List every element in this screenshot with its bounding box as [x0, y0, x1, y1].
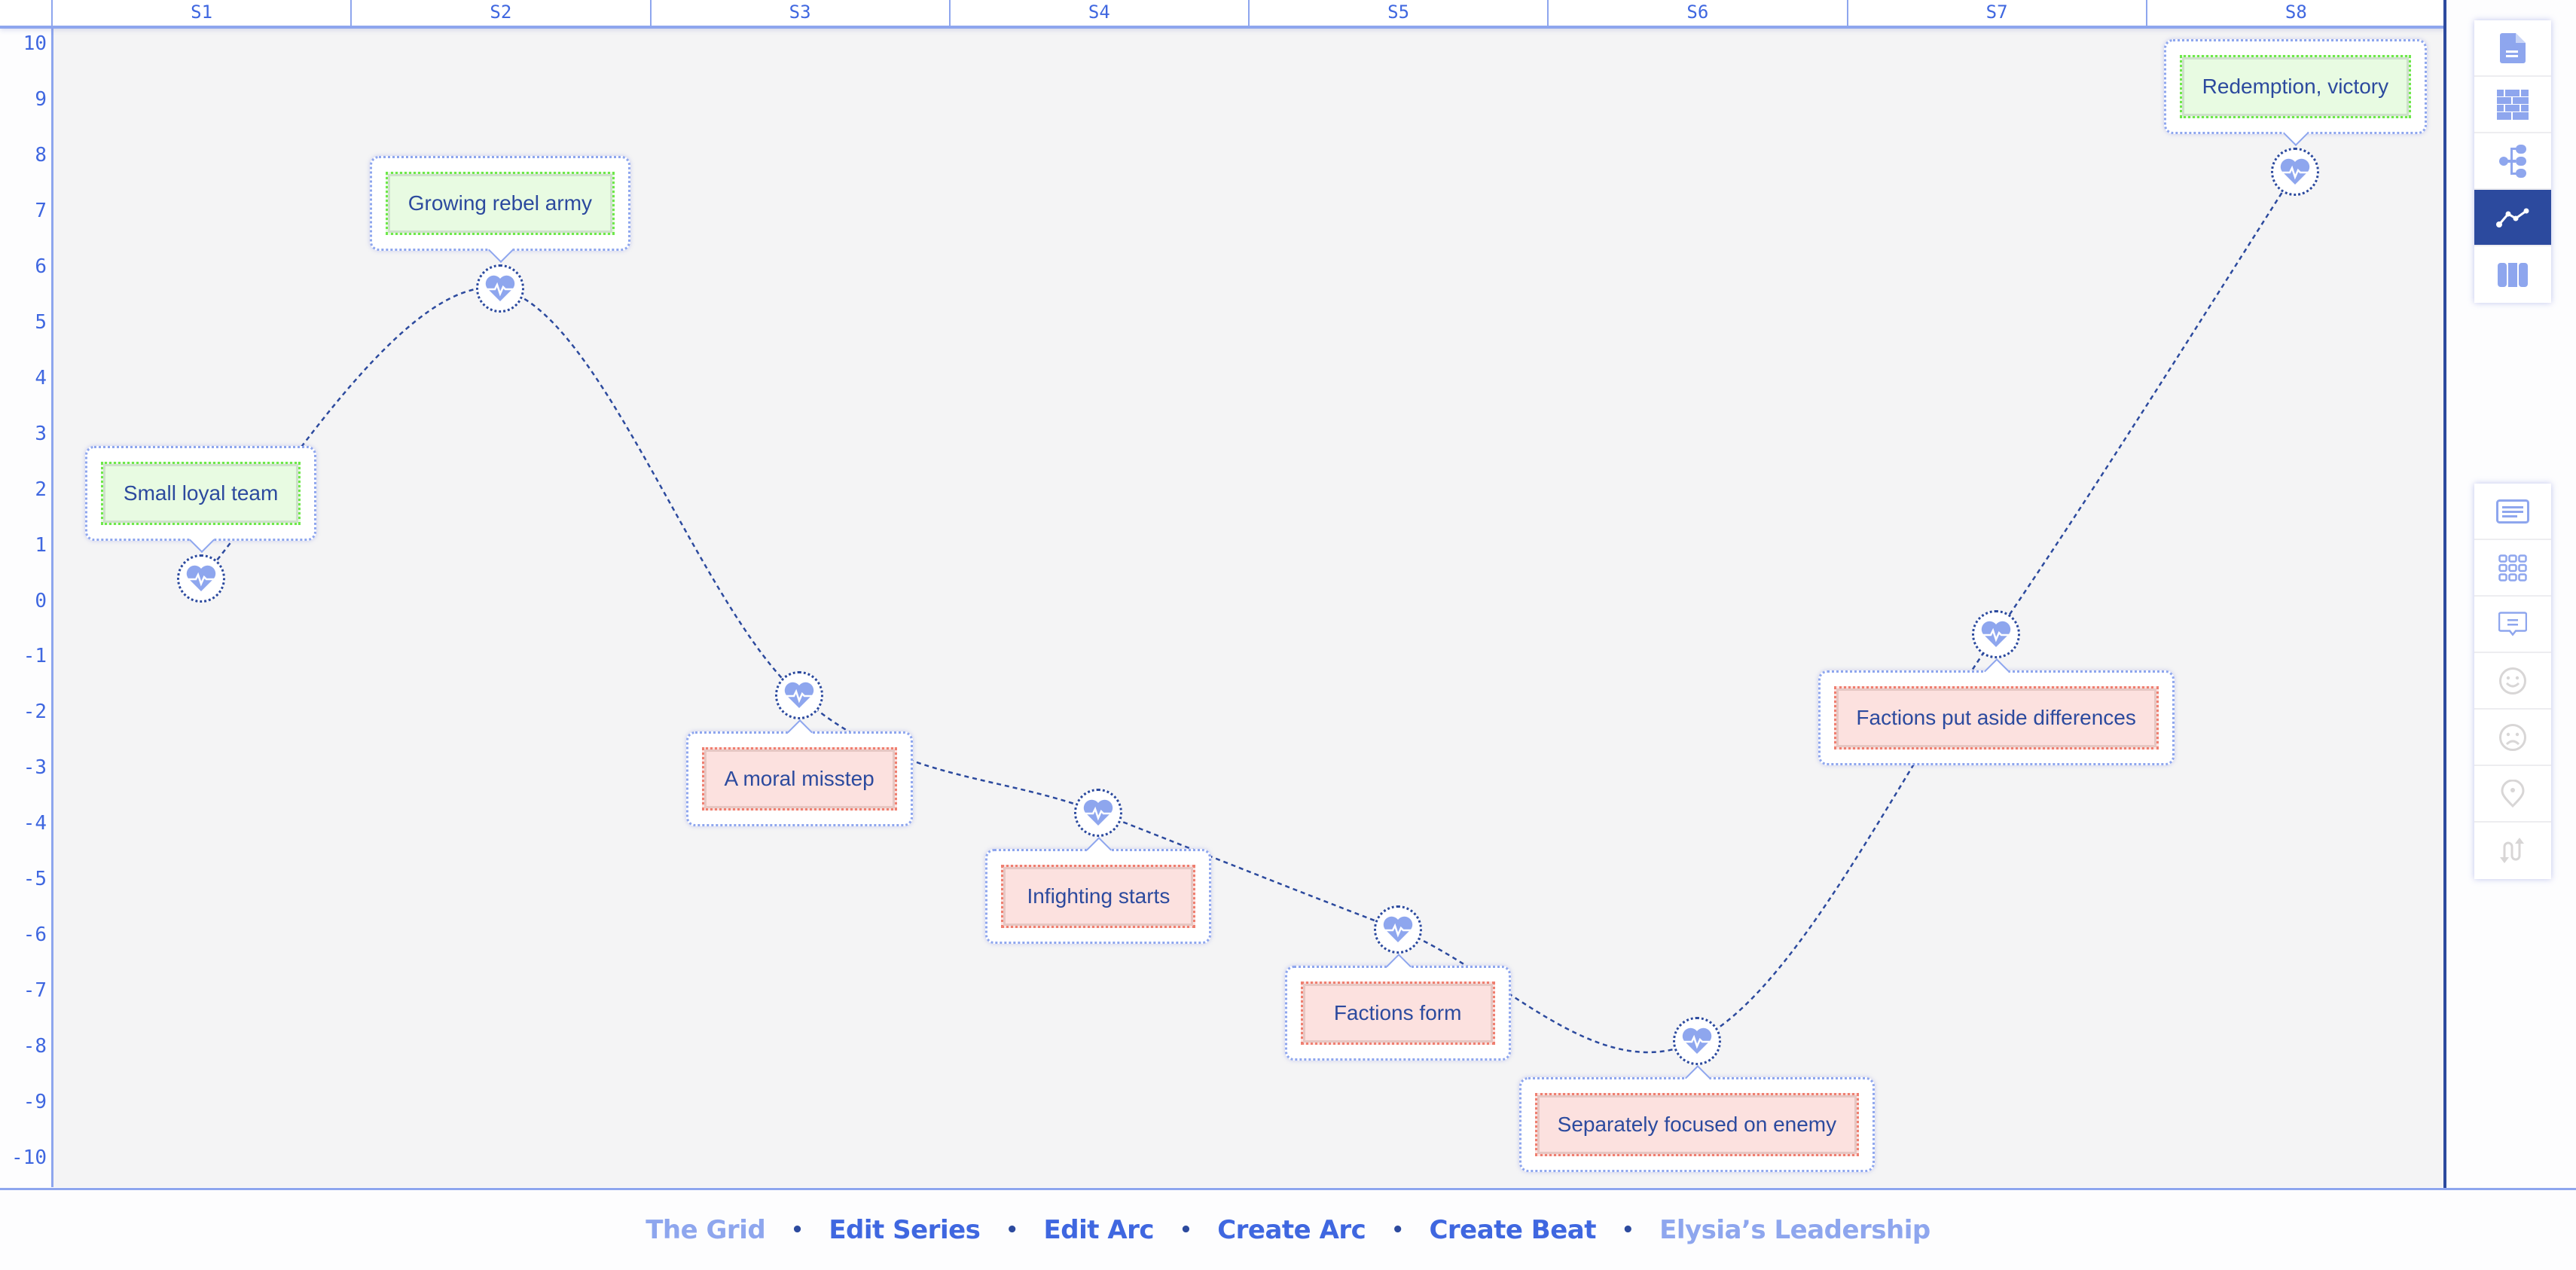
beat-label: Redemption, victory	[2179, 55, 2411, 119]
beat-label: Factions put aside differences	[1833, 685, 2159, 749]
breadcrumb-separator: •	[1006, 1219, 1018, 1241]
comment-button[interactable]	[2474, 597, 2551, 653]
heartbeat-icon	[485, 276, 515, 302]
arc-curve-layer	[200, 171, 2297, 1054]
breadcrumb-separator: •	[1621, 1219, 1634, 1241]
columns-icon	[2498, 262, 2528, 287]
beat-point-s7[interactable]	[1972, 609, 2021, 658]
heartbeat-icon	[1084, 799, 1113, 826]
beat-card[interactable]: Redemption, victory	[2163, 39, 2427, 147]
breadcrumb-edit-series[interactable]: Edit Series	[829, 1215, 981, 1245]
text-block-icon	[2496, 499, 2529, 524]
location-pin-icon	[2501, 779, 2525, 807]
comment-icon	[2498, 611, 2527, 637]
plot-right-border	[2443, 0, 2446, 1189]
beat-label: Growing rebel army	[385, 172, 615, 236]
beat-point-s8[interactable]	[2271, 148, 2320, 197]
breadcrumb-the-grid[interactable]: The Grid	[646, 1215, 765, 1245]
breadcrumb-separator: •	[1391, 1219, 1404, 1241]
frown-button[interactable]	[2474, 710, 2551, 766]
beat-card[interactable]: Growing rebel army	[369, 156, 630, 264]
heartbeat-icon	[186, 565, 215, 591]
breadcrumb-footer: The Grid • Edit Series • Edit Arc • Create Arc…	[0, 1190, 2576, 1270]
heartbeat-icon	[784, 682, 814, 709]
heartbeat-icon	[1981, 621, 2011, 647]
beat-label: Small loyal team	[101, 461, 301, 525]
view-toolbar	[2474, 20, 2551, 303]
grid-icon	[2498, 554, 2527, 582]
beat-card[interactable]: Separately focused on enemy	[1518, 1064, 1875, 1172]
swap-arrows-icon	[2500, 837, 2524, 863]
beat-label: Infighting starts	[1001, 864, 1196, 928]
brick-wall-icon	[2497, 89, 2529, 120]
beat-card[interactable]: Factions form	[1284, 953, 1511, 1061]
heartbeat-icon	[1383, 916, 1412, 942]
document-icon	[2500, 32, 2526, 63]
beat-label: Separately focused on enemy	[1534, 1092, 1859, 1156]
beat-card[interactable]: Small loyal team	[85, 445, 317, 553]
beat-card[interactable]: Factions put aside differences	[1818, 658, 2175, 765]
frown-icon	[2499, 723, 2526, 751]
breadcrumb-create-arc[interactable]: Create Arc	[1217, 1215, 1366, 1245]
beat-card[interactable]: Infighting starts	[985, 836, 1212, 944]
breadcrumb-create-beat[interactable]: Create Beat	[1429, 1215, 1596, 1245]
beat-point-s6[interactable]	[1672, 1016, 1721, 1065]
grid-button[interactable]	[2474, 540, 2551, 597]
heartbeat-icon	[2281, 158, 2310, 185]
beat-toolbar	[2474, 484, 2551, 879]
breadcrumb-elysia-s-leadership[interactable]: Elysia’s Leadership	[1659, 1215, 1930, 1245]
breadcrumb-separator: •	[1180, 1219, 1192, 1241]
hierarchy-view-button[interactable]	[2474, 133, 2551, 190]
brick-view-button[interactable]	[2474, 77, 2551, 133]
beat-point-s1[interactable]	[176, 554, 225, 603]
breadcrumb-edit-arc[interactable]: Edit Arc	[1044, 1215, 1155, 1245]
location-button[interactable]	[2474, 766, 2551, 823]
beat-point-s2[interactable]	[475, 264, 524, 313]
beat-point-s3[interactable]	[775, 671, 824, 720]
arc-chart-view-button[interactable]	[2474, 190, 2551, 246]
columns-view-button[interactable]	[2474, 246, 2551, 303]
text-block-button[interactable]	[2474, 484, 2551, 540]
beat-label: A moral misstep	[701, 747, 897, 811]
beat-label: Factions form	[1300, 981, 1495, 1045]
beat-card[interactable]: A moral misstep	[685, 719, 913, 827]
smile-button[interactable]	[2474, 653, 2551, 710]
hierarchy-icon	[2499, 144, 2526, 178]
swap-button[interactable]	[2474, 823, 2551, 879]
beat-point-s5[interactable]	[1373, 905, 1422, 954]
breadcrumb-separator: •	[791, 1219, 804, 1241]
line-chart-icon	[2496, 208, 2529, 227]
heartbeat-icon	[1682, 1027, 1712, 1054]
beat-point-s4[interactable]	[1074, 788, 1123, 837]
smile-icon	[2499, 667, 2526, 695]
document-view-button[interactable]	[2474, 20, 2551, 77]
